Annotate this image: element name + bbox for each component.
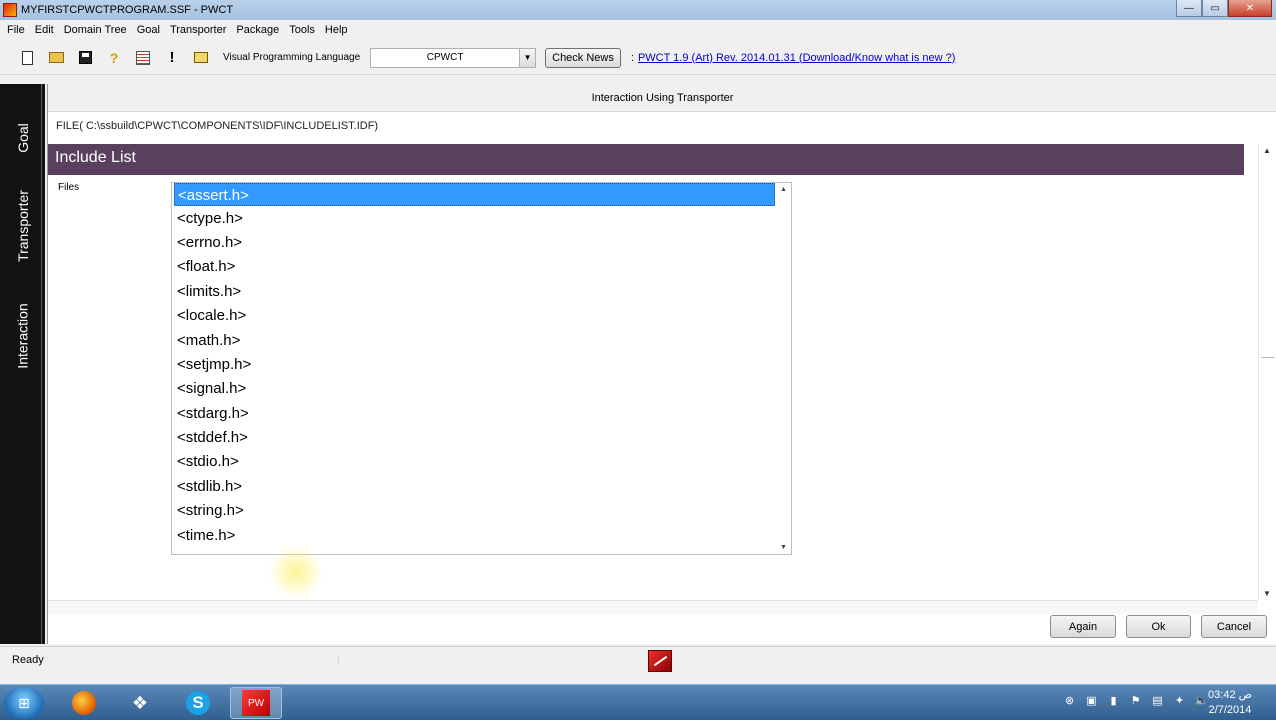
version-link[interactable]: PWCT 1.9 (Art) Rev. 2014.01.31 (Download…: [638, 52, 956, 64]
check-news-button[interactable]: Check News: [545, 47, 621, 68]
save-icon[interactable]: [76, 49, 94, 67]
list-scroll-up-icon[interactable]: ▲: [780, 186, 787, 193]
scroll-down-icon[interactable]: ▼: [1263, 589, 1271, 598]
ok-button[interactable]: Ok: [1126, 615, 1191, 638]
folder-icon[interactable]: [192, 49, 210, 67]
file-path: FILE( C:\ssbuild\CPWCT\COMPONENTS\IDF\IN…: [56, 120, 379, 132]
tab-transporter[interactable]: Transporter: [0, 184, 45, 268]
action-center-icon[interactable]: ⚑: [1128, 693, 1143, 708]
tray-app-icon[interactable]: ▣: [1084, 693, 1099, 708]
pwct-status-icon[interactable]: [648, 650, 672, 672]
system-tray: ⊗ ▣ ▮ ⚑ ▤ ✦ 🔈: [1062, 693, 1209, 708]
list-scroll-down-icon[interactable]: ▼: [780, 544, 787, 551]
list-item[interactable]: <stdarg.h>: [174, 402, 775, 425]
menu-domain-tree[interactable]: Domain Tree: [59, 20, 132, 40]
list-item-selected[interactable]: <assert.h>: [174, 183, 775, 206]
files-listbox[interactable]: <assert.h> <ctype.h> <errno.h> <float.h>…: [171, 182, 792, 555]
antivirus-icon[interactable]: ⊗: [1062, 693, 1077, 708]
status-bar: Ready ⁞: [0, 646, 1276, 674]
tab-interaction[interactable]: Interaction: [0, 292, 45, 380]
clock-date: 2/7/2014: [1208, 704, 1252, 716]
horizontal-scrollbar[interactable]: [48, 600, 1258, 614]
menu-bar: File Edit Domain Tree Goal Transporter P…: [0, 20, 1276, 40]
help-icon[interactable]: ?: [105, 49, 123, 67]
status-grip-icon: ⁞: [337, 655, 340, 665]
app-icon: [3, 3, 17, 17]
list-item[interactable]: <errno.h>: [174, 231, 775, 254]
battery-icon[interactable]: ▮: [1106, 693, 1121, 708]
new-icon[interactable]: [18, 49, 36, 67]
left-tab-strip: Goal Transporter Interaction: [0, 84, 45, 644]
toolbar-separator: :: [630, 51, 634, 64]
device-icon[interactable]: ✦: [1172, 693, 1187, 708]
panel-title: Interaction Using Transporter: [48, 84, 1276, 112]
list-item[interactable]: <stdio.h>: [174, 450, 775, 473]
list-scrollbar[interactable]: ▲ ▼: [775, 183, 791, 554]
title-bar: MYFIRSTCPWCTPROGRAM.SSF - PWCT — ▭ ✕: [0, 0, 1276, 20]
clock-time: 03:42 ص: [1208, 689, 1252, 701]
interaction-panel: Interaction Using Transporter FILE( C:\s…: [47, 84, 1276, 644]
window-title: MYFIRSTCPWCTPROGRAM.SSF - PWCT: [21, 4, 234, 16]
scroll-thumb[interactable]: [1261, 158, 1275, 358]
network-app-icon[interactable]: ❖: [114, 687, 166, 719]
menu-file[interactable]: File: [2, 20, 30, 40]
list-item[interactable]: <math.h>: [174, 329, 775, 352]
maximize-button[interactable]: ▭: [1202, 0, 1228, 17]
window-controls: — ▭ ✕: [1176, 0, 1272, 17]
cancel-button[interactable]: Cancel: [1201, 615, 1267, 638]
open-icon[interactable]: [47, 49, 65, 67]
panel-scrollbar[interactable]: ▲ ▼: [1258, 144, 1276, 600]
list-item[interactable]: <locale.h>: [174, 304, 775, 327]
status-text: Ready: [12, 654, 44, 666]
list-item[interactable]: <stdlib.h>: [174, 475, 775, 498]
menu-transporter[interactable]: Transporter: [165, 20, 231, 40]
list-item[interactable]: <float.h>: [174, 255, 775, 278]
menu-edit[interactable]: Edit: [30, 20, 59, 40]
strip-divider: [41, 84, 42, 644]
include-list-title: Include List: [55, 149, 136, 166]
start-orb-icon[interactable]: ⊞: [4, 687, 44, 719]
firefox-icon[interactable]: [58, 687, 110, 719]
chevron-down-icon[interactable]: ▼: [519, 48, 536, 67]
list-item[interactable]: <signal.h>: [174, 377, 775, 400]
taskbar: ⊞ ❖ S PW ⊗ ▣ ▮ ⚑ ▤ ✦ 🔈 03:42 ص 2/7/2014: [0, 684, 1276, 720]
list-item[interactable]: <limits.h>: [174, 280, 775, 303]
include-list-header: Include List: [48, 144, 1244, 175]
files-label: Files: [58, 182, 80, 193]
menu-package[interactable]: Package: [231, 20, 284, 40]
list-item[interactable]: <stddef.h>: [174, 426, 775, 449]
list-item[interactable]: <time.h>: [174, 524, 775, 547]
menu-goal[interactable]: Goal: [132, 20, 165, 40]
again-button[interactable]: Again: [1050, 615, 1116, 638]
list-item[interactable]: <ctype.h>: [174, 207, 775, 230]
network-icon[interactable]: ▤: [1150, 693, 1165, 708]
minimize-button[interactable]: —: [1176, 0, 1202, 17]
vpl-label: Visual Programming Language: [223, 52, 361, 63]
exclamation-icon[interactable]: !: [163, 49, 181, 67]
close-button[interactable]: ✕: [1228, 0, 1272, 17]
toolbar: ? ! Visual Programming Language CPWCT ▼ …: [0, 41, 1276, 75]
tab-goal[interactable]: Goal: [0, 108, 45, 168]
list-item[interactable]: <setjmp.h>: [174, 353, 775, 376]
menu-help[interactable]: Help: [320, 20, 353, 40]
list-item[interactable]: <string.h>: [174, 499, 775, 522]
report-icon[interactable]: [134, 49, 152, 67]
menu-tools[interactable]: Tools: [284, 20, 320, 40]
skype-icon[interactable]: S: [172, 687, 224, 719]
scroll-up-icon[interactable]: ▲: [1263, 146, 1271, 155]
pwct-icon[interactable]: PW: [230, 687, 282, 719]
vpl-select-value: CPWCT: [426, 52, 464, 63]
vpl-select[interactable]: CPWCT ▼: [370, 47, 537, 68]
clock[interactable]: 03:42 ص 2/7/2014: [1200, 688, 1260, 718]
